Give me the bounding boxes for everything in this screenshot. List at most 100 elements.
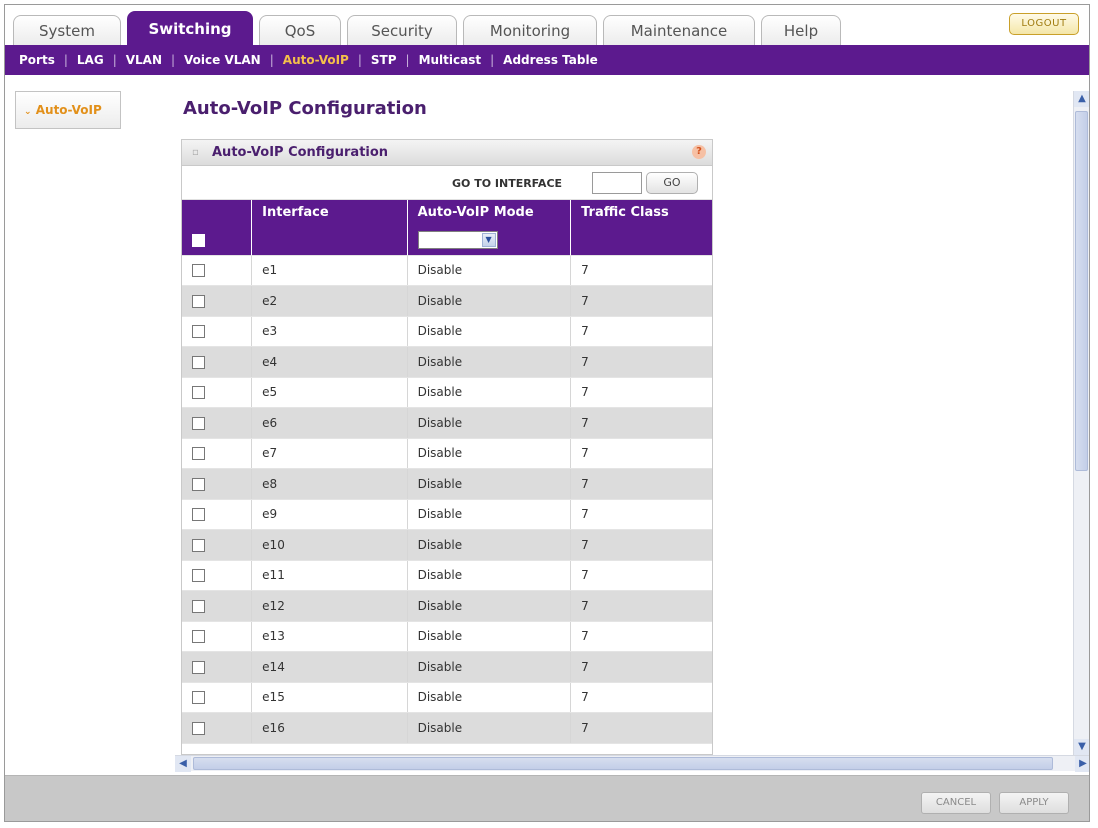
table-row[interactable]: e1 Disable 7 [182, 255, 712, 286]
table-row[interactable]: e12 Disable 7 [182, 590, 712, 622]
interface-cell: e6 [251, 407, 408, 439]
tab-system[interactable]: System [13, 15, 121, 45]
tab-qos[interactable]: QoS [259, 15, 341, 45]
scroll-left-icon[interactable]: ◀ [175, 756, 191, 772]
go-button[interactable]: GO [646, 172, 698, 194]
main-tab-bar: System Switching QoS Security Monitoring… [5, 5, 1089, 45]
interface-cell: e2 [251, 285, 408, 317]
table-row[interactable]: e9 Disable 7 [182, 499, 712, 530]
horizontal-scrollbar[interactable]: ◀ ▶ [175, 755, 1089, 772]
mode-cell: Disable [407, 712, 572, 744]
sub-navigation: Ports | LAG | VLAN | Voice VLAN | Auto-VoIP | STP |… [5, 45, 1089, 75]
table-row[interactable]: e6 Disable 7 [182, 407, 712, 439]
subnav-auto-voip[interactable]: Auto-VoIP [283, 45, 349, 75]
panel-title: Auto-VoIP Configuration [212, 145, 389, 160]
subnav-lag[interactable]: LAG [77, 45, 104, 75]
footer-bar: CANCEL APPLY [5, 775, 1089, 821]
vertical-scroll-thumb[interactable] [1075, 111, 1088, 471]
mode-cell: Disable [407, 285, 572, 317]
row-checkbox[interactable] [192, 416, 205, 430]
cancel-button[interactable]: CANCEL [921, 792, 991, 814]
mode-cell: Disable [407, 651, 572, 683]
table-row[interactable]: e16 Disable 7 [182, 712, 712, 744]
table-row[interactable]: e7 Disable 7 [182, 438, 712, 469]
row-checkbox[interactable] [192, 721, 205, 735]
row-checkbox[interactable] [192, 386, 205, 400]
row-checkbox[interactable] [192, 355, 205, 369]
interface-cell: e1 [251, 255, 408, 286]
goto-interface-bar: GO TO INTERFACE GO [182, 166, 712, 200]
tab-monitoring[interactable]: Monitoring [463, 15, 597, 45]
row-checkbox[interactable] [192, 447, 205, 461]
subnav-ports[interactable]: Ports [19, 45, 55, 75]
horizontal-scroll-thumb[interactable] [193, 757, 1053, 770]
table-row[interactable]: e14 Disable 7 [182, 651, 712, 683]
table-row[interactable]: e13 Disable 7 [182, 621, 712, 652]
row-checkbox[interactable] [192, 569, 205, 583]
collapse-icon[interactable]: ▫ [192, 148, 202, 158]
table-row[interactable]: e15 Disable 7 [182, 682, 712, 713]
vertical-scrollbar[interactable]: ▲ ▼ [1073, 91, 1089, 755]
table-row[interactable]: e11 Disable 7 [182, 560, 712, 591]
row-checkbox[interactable] [192, 508, 205, 522]
interface-cell: e14 [251, 651, 408, 683]
goto-interface-input[interactable] [592, 172, 642, 194]
table-row[interactable]: e5 Disable 7 [182, 377, 712, 408]
select-all-checkbox[interactable] [192, 233, 205, 247]
table-header-row: Interface Auto-VoIP Mode Traffic Class [182, 200, 712, 225]
subnav-stp[interactable]: STP [371, 45, 397, 75]
subnav-address-table[interactable]: Address Table [503, 45, 598, 75]
subnav-vlan[interactable]: VLAN [126, 45, 162, 75]
sidebar-item-label: Auto-VoIP [35, 103, 102, 117]
row-checkbox[interactable] [192, 325, 205, 339]
traffic-class-cell: 7 [570, 560, 712, 591]
table-row[interactable]: e8 Disable 7 [182, 468, 712, 500]
row-checkbox[interactable] [192, 660, 205, 674]
row-checkbox[interactable] [192, 264, 205, 278]
row-checkbox[interactable] [192, 691, 205, 705]
mode-cell: Disable [407, 255, 572, 286]
interface-cell: e15 [251, 682, 408, 713]
table-row[interactable]: e10 Disable 7 [182, 529, 712, 561]
table-row[interactable]: e2 Disable 7 [182, 285, 712, 317]
mode-cell: Disable [407, 529, 572, 561]
help-icon[interactable]: ? [692, 145, 706, 159]
app-frame: System Switching QoS Security Monitoring… [4, 4, 1090, 822]
interface-cell: e10 [251, 529, 408, 561]
apply-button[interactable]: APPLY [999, 792, 1069, 814]
mode-cell: Disable [407, 590, 572, 622]
traffic-class-cell: 7 [570, 255, 712, 286]
mode-cell: Disable [407, 468, 572, 500]
interface-cell: e9 [251, 499, 408, 530]
row-checkbox[interactable] [192, 294, 205, 308]
traffic-class-cell: 7 [570, 712, 712, 744]
scroll-right-icon[interactable]: ▶ [1075, 756, 1089, 772]
row-checkbox[interactable] [192, 538, 205, 552]
page-title: Auto-VoIP Configuration [183, 98, 427, 119]
logout-button[interactable]: LOGOUT [1009, 13, 1079, 35]
bulk-edit-row: ▼ [182, 225, 712, 256]
traffic-class-cell: 7 [570, 346, 712, 378]
scroll-down-icon[interactable]: ▼ [1074, 739, 1089, 755]
table-row[interactable]: e4 Disable 7 [182, 346, 712, 378]
tab-security[interactable]: Security [347, 15, 457, 45]
traffic-class-cell: 7 [570, 651, 712, 683]
scroll-up-icon[interactable]: ▲ [1074, 91, 1089, 107]
sidebar-item-auto-voip[interactable]: ⌄ Auto-VoIP [15, 91, 121, 129]
row-checkbox[interactable] [192, 599, 205, 613]
traffic-class-cell: 7 [570, 438, 712, 469]
row-checkbox[interactable] [192, 477, 205, 491]
tab-switching[interactable]: Switching [127, 11, 253, 45]
row-checkbox[interactable] [192, 630, 205, 644]
subnav-multicast[interactable]: Multicast [419, 45, 482, 75]
traffic-class-cell: 7 [570, 377, 712, 408]
mode-cell: Disable [407, 560, 572, 591]
tab-help[interactable]: Help [761, 15, 841, 45]
tab-maintenance[interactable]: Maintenance [603, 15, 755, 45]
bulk-mode-select[interactable]: ▼ [417, 230, 498, 249]
subnav-voice-vlan[interactable]: Voice VLAN [184, 45, 261, 75]
panel-header: ▫ Auto-VoIP Configuration ? [182, 140, 712, 166]
interface-cell: e8 [251, 468, 408, 500]
header-auto-voip-mode: Auto-VoIP Mode [407, 200, 572, 225]
table-row[interactable]: e3 Disable 7 [182, 316, 712, 347]
